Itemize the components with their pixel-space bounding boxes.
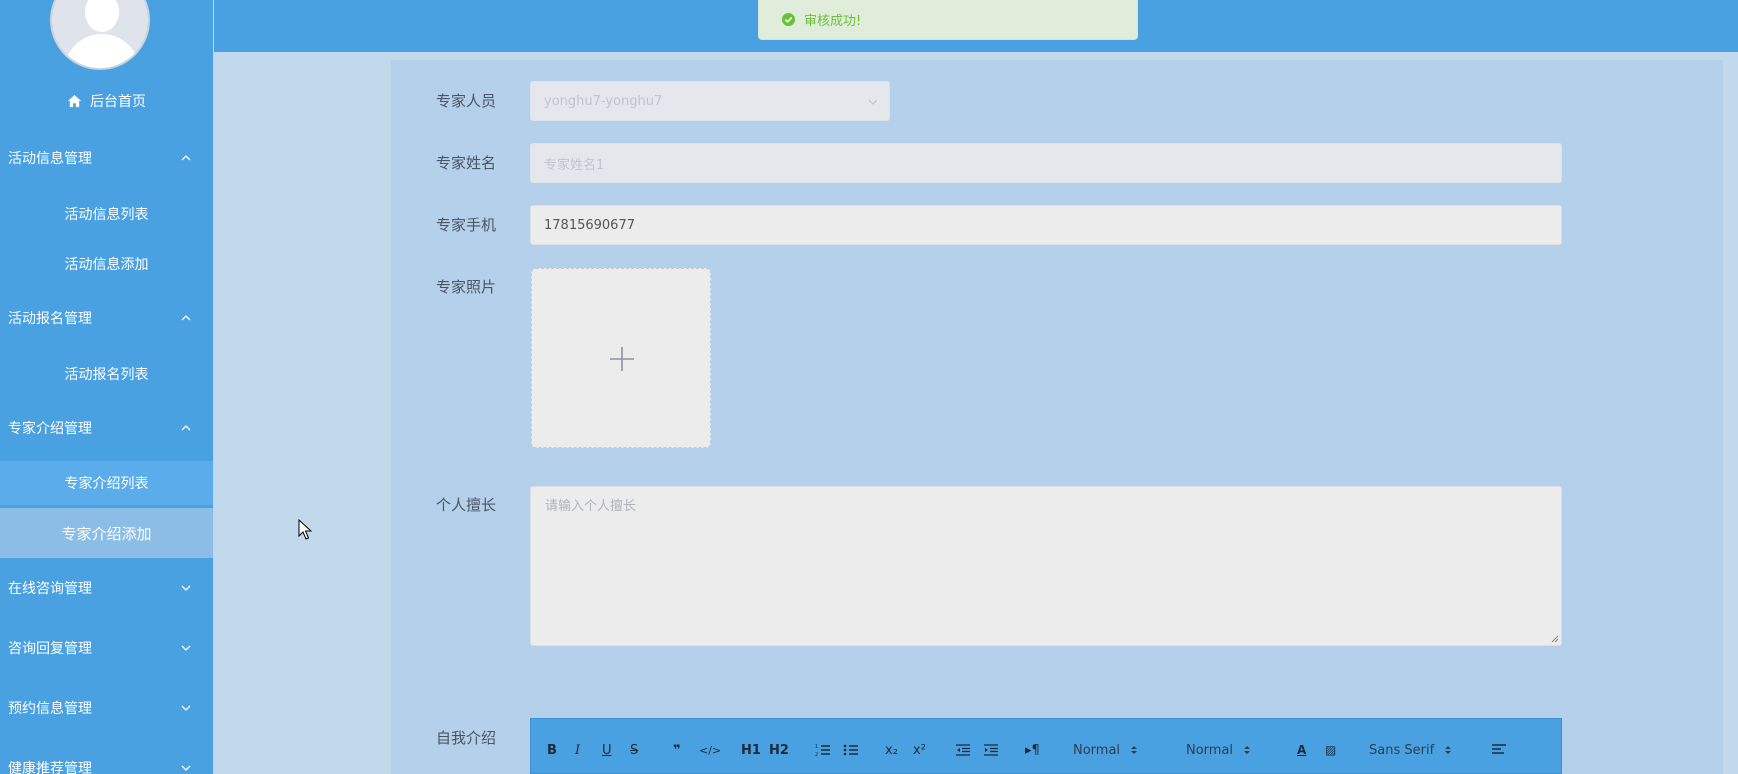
chevron-down-icon [181, 585, 191, 591]
bold-button[interactable]: B [547, 741, 557, 759]
size-select[interactable]: Normal [1073, 741, 1138, 759]
svg-text:2: 2 [815, 752, 818, 757]
expert-user-label: 专家人员 [436, 92, 497, 110]
chevron-down-icon [868, 99, 878, 105]
text-direction-icon[interactable]: ▸¶ [1025, 741, 1040, 759]
specialty-placeholder: 请输入个人擅长 [545, 499, 637, 514]
photo-upload[interactable] [531, 268, 711, 448]
expert-phone-value: 17815690677 [544, 217, 635, 233]
chevron-down-icon [181, 765, 191, 771]
expert-user-value: yonghu7-yonghu7 [544, 93, 663, 109]
self-intro-label: 自我介绍 [436, 729, 497, 747]
sidebar-item-signup-list[interactable]: 活动报名列表 [0, 352, 213, 396]
menu-group-appointment[interactable]: 预约信息管理 [0, 688, 213, 728]
expert-name-input[interactable]: 专家姓名1 [530, 143, 1562, 183]
outdent-icon[interactable] [955, 741, 971, 759]
menu-group-label: 健康推荐管理 [8, 761, 92, 774]
expert-phone-label: 专家手机 [436, 216, 497, 234]
home-label: 后台首页 [90, 94, 146, 110]
ordered-list-icon[interactable]: 12 [815, 741, 831, 759]
chevron-up-icon [181, 315, 191, 321]
right-strip [1723, 60, 1738, 774]
avatar[interactable] [50, 0, 150, 70]
menu-group-label: 咨询回复管理 [8, 641, 92, 657]
home-icon [67, 94, 82, 107]
chevron-up-icon [181, 425, 191, 431]
menu-group-health-recommend[interactable]: 健康推荐管理 [0, 748, 213, 774]
mouse-cursor-icon [298, 519, 312, 540]
menu-group-label: 活动信息管理 [8, 151, 92, 167]
expert-photo-label: 专家照片 [436, 278, 497, 296]
expert-name-label: 专家姓名 [436, 154, 497, 172]
sidebar-item-expert-add[interactable]: 专家介绍添加 [0, 508, 213, 558]
bullet-list-icon[interactable] [843, 741, 859, 759]
indent-icon[interactable] [983, 741, 999, 759]
chevron-up-icon [181, 155, 191, 161]
menu-group-online-consult[interactable]: 在线咨询管理 [0, 568, 213, 608]
subscript-button[interactable]: x₂ [885, 741, 898, 759]
specialty-textarea[interactable]: 请输入个人擅长 [530, 486, 1562, 646]
specialty-label: 个人擅长 [436, 496, 497, 514]
toast-message: 审核成功! [804, 14, 862, 29]
chevron-down-icon [181, 705, 191, 711]
expert-user-select[interactable]: yonghu7-yonghu7 [530, 81, 890, 121]
expert-phone-input[interactable]: 17815690677 [530, 205, 1562, 245]
menu-group-label: 专家介绍管理 [8, 421, 92, 437]
blockquote-icon[interactable]: ❞ [673, 741, 681, 759]
font-select[interactable]: Sans Serif [1369, 741, 1452, 759]
menu-group-consult-reply[interactable]: 咨询回复管理 [0, 628, 213, 668]
h1-button[interactable]: H1 [741, 741, 761, 759]
success-toast: 审核成功! [758, 0, 1138, 40]
strike-button[interactable]: S [630, 741, 638, 759]
updown-icon [1131, 746, 1138, 754]
expert-name-placeholder: 专家姓名1 [544, 157, 605, 173]
italic-button[interactable]: I [575, 741, 580, 759]
sidebar-item-expert-list[interactable]: 专家介绍列表 [0, 461, 213, 505]
resize-grip-icon[interactable] [1551, 635, 1559, 643]
superscript-button[interactable]: x² [913, 741, 926, 759]
chevron-down-icon [181, 645, 191, 651]
menu-group-expert-intro[interactable]: 专家介绍管理 [0, 408, 213, 448]
menu-group-activity-info[interactable]: 活动信息管理 [0, 138, 213, 178]
plus-icon [610, 347, 634, 371]
rich-text-toolbar: B I U S ❞ </> H1 H2 12 x₂ x² ▸¶ Normal N… [530, 718, 1562, 774]
h2-button[interactable]: H2 [769, 741, 789, 759]
updown-icon [1244, 746, 1251, 754]
svg-text:1: 1 [815, 744, 818, 750]
check-circle-icon [781, 12, 796, 27]
sidebar-item-activity-add[interactable]: 活动信息添加 [0, 242, 213, 286]
code-block-icon[interactable]: </> [699, 741, 721, 759]
sidebar: 后台首页 活动信息管理 活动信息列表 活动信息添加 活动报名管理 活动报名列表 … [0, 0, 213, 774]
menu-group-label: 在线咨询管理 [8, 581, 92, 597]
background-color-icon[interactable]: ▨ [1325, 741, 1336, 759]
underline-button[interactable]: U [602, 741, 612, 759]
menu-group-activity-signup[interactable]: 活动报名管理 [0, 298, 213, 338]
menu-group-label: 活动报名管理 [8, 311, 92, 327]
updown-icon [1445, 746, 1452, 754]
home-link[interactable]: 后台首页 [0, 88, 213, 114]
sidebar-item-activity-list[interactable]: 活动信息列表 [0, 192, 213, 236]
header-select[interactable]: Normal [1186, 741, 1251, 759]
font-color-icon[interactable]: A [1297, 741, 1306, 759]
menu-group-label: 预约信息管理 [8, 701, 92, 717]
align-left-icon[interactable] [1491, 741, 1507, 759]
